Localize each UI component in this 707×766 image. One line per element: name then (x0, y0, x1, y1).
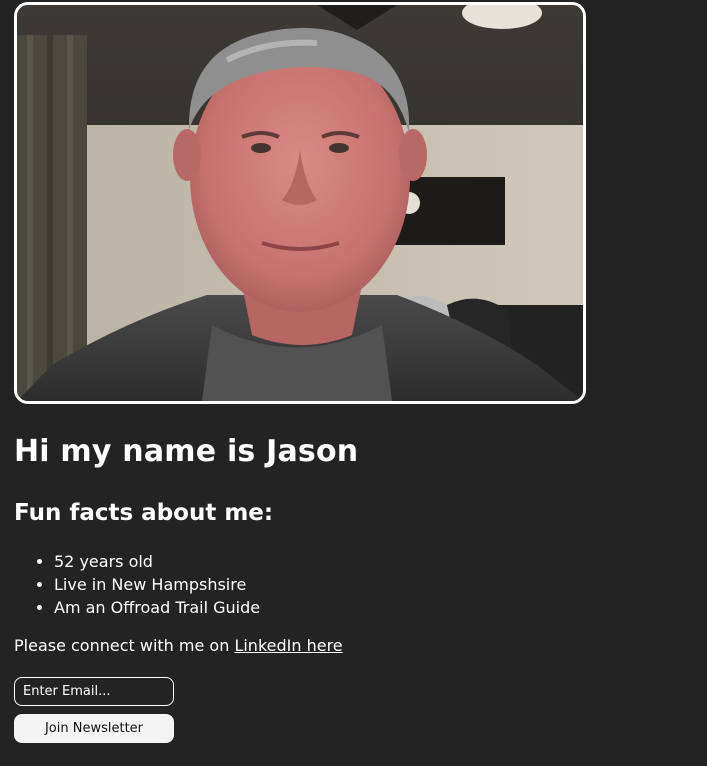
connect-label: Please connect with me on (14, 636, 235, 655)
linkedin-link[interactable]: LinkedIn here (234, 636, 342, 655)
page-title: Hi my name is Jason (14, 434, 359, 469)
fact-item-age: 52 years old (54, 550, 260, 573)
connect-text: Please connect with me on LinkedIn here (14, 636, 343, 655)
profile-photo (14, 2, 586, 404)
portrait-photo-image (17, 5, 583, 401)
fact-item-occupation: Am an Offroad Trail Guide (54, 596, 260, 619)
fact-item-location: Live in New Hampshsire (54, 573, 260, 596)
facts-list: 52 years old Live in New Hampshsire Am a… (14, 550, 260, 619)
join-newsletter-button[interactable]: Join Newsletter (14, 714, 174, 743)
facts-heading: Fun facts about me: (14, 500, 274, 526)
email-input[interactable] (14, 677, 174, 706)
